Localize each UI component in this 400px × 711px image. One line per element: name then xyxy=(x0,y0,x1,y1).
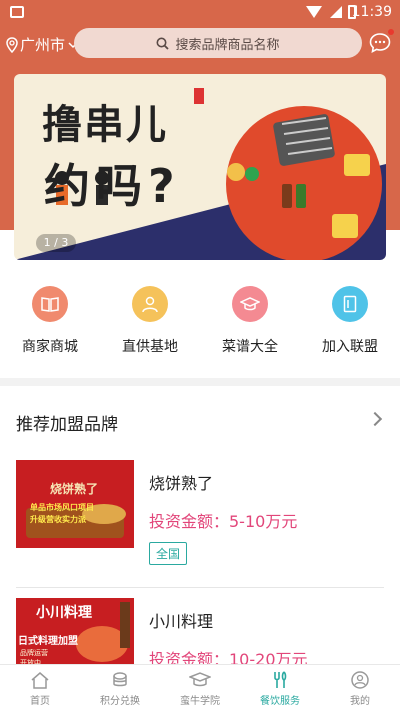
thumb-title: 小川料理 xyxy=(36,605,92,621)
search-placeholder: 搜索品牌商品名称 xyxy=(175,37,280,53)
graduation-cap-icon xyxy=(232,286,268,322)
search-input[interactable]: 搜索品牌商品名称 xyxy=(74,28,362,58)
wifi-icon xyxy=(306,6,322,18)
location-pin-icon xyxy=(6,36,18,53)
message-button[interactable] xyxy=(368,29,394,55)
tab-label: 餐饮服务 xyxy=(260,696,300,707)
entry-merchant-mall[interactable]: 商家商城 xyxy=(0,286,100,366)
tab-label: 我的 xyxy=(350,696,370,707)
thumb-sub: 单品市场风口项目 xyxy=(30,503,94,512)
brand-card[interactable]: 烧饼熟了 单品市场风口项目 升级营收实力派 烧饼熟了 投资金额：5-10万元 全… xyxy=(16,460,386,570)
entry-label: 菜谱大全 xyxy=(222,339,278,355)
brand-separator xyxy=(16,587,384,588)
tab-label: 蛮牛学院 xyxy=(180,696,220,707)
brand-name: 烧饼熟了 xyxy=(149,474,214,493)
tab-label: 首页 xyxy=(30,696,50,707)
person-icon xyxy=(132,286,168,322)
tab-home[interactable]: 首页 xyxy=(0,665,80,711)
chat-bubble-icon xyxy=(369,33,391,53)
home-icon xyxy=(31,672,49,689)
search-icon xyxy=(156,37,170,50)
brand-investment: 投资金额：5-10万元 xyxy=(149,512,298,531)
thumb-sub: 日式料理加盟 xyxy=(18,636,78,647)
banner-pager: 1 / 3 xyxy=(36,234,76,252)
brand-thumbnail: 烧饼熟了 单品市场风口项目 升级营收实力派 xyxy=(16,460,134,548)
unread-dot xyxy=(388,29,394,35)
thumb-sub2: 升级营收实力派 xyxy=(30,515,86,524)
tab-catering-service[interactable]: 餐饮服务 xyxy=(240,665,320,711)
chevron-right-icon[interactable] xyxy=(367,411,383,427)
entry-recipes[interactable]: 菜谱大全 xyxy=(200,286,300,366)
city-selector[interactable]: 广州市 xyxy=(6,34,79,55)
fork-knife-icon xyxy=(274,671,287,688)
coins-icon xyxy=(113,672,127,687)
profile-icon xyxy=(351,671,369,689)
shop-book-icon xyxy=(32,286,68,322)
header-bar: 广州市 搜索品牌商品名称 xyxy=(0,26,400,62)
document-icon xyxy=(332,286,368,322)
banner-subtitle: 约吗? xyxy=(44,159,181,213)
tab-academy[interactable]: 蛮牛学院 xyxy=(160,665,240,711)
entry-label: 直供基地 xyxy=(122,339,178,355)
thumb-title: 烧饼熟了 xyxy=(50,482,99,496)
section-divider xyxy=(0,378,400,386)
quick-entry-grid: 商家商城 直供基地 菜谱大全 加入联盟 xyxy=(0,286,400,366)
city-label: 广州市 xyxy=(20,36,66,54)
section-title: 推荐加盟品牌 xyxy=(16,415,118,435)
entry-direct-supply[interactable]: 直供基地 xyxy=(100,286,200,366)
banner-title: 撸串儿 xyxy=(42,101,168,148)
tab-mine[interactable]: 我的 xyxy=(320,665,400,711)
thumb-sub2: 品牌运营 xyxy=(20,649,48,657)
entry-join-alliance[interactable]: 加入联盟 xyxy=(300,286,400,366)
status-time: 11:39 xyxy=(351,4,392,20)
tab-label: 积分兑换 xyxy=(100,696,140,707)
gallery-icon xyxy=(10,6,24,18)
brand-name: 小川料理 xyxy=(149,612,214,631)
brand-region-tag: 全国 xyxy=(149,542,188,565)
entry-label: 加入联盟 xyxy=(322,339,378,355)
signal-icon xyxy=(330,6,342,18)
tab-points-exchange[interactable]: 积分兑换 xyxy=(80,665,160,711)
status-bar: 11:39 xyxy=(0,0,400,26)
promo-banner[interactable]: 撸串儿 约吗? 1 / 3 xyxy=(14,74,386,260)
bottom-tab-bar: 首页 积分兑换 蛮牛学院 餐饮服务 我的 xyxy=(0,664,400,711)
entry-label: 商家商城 xyxy=(22,339,78,355)
academy-icon xyxy=(189,672,211,687)
